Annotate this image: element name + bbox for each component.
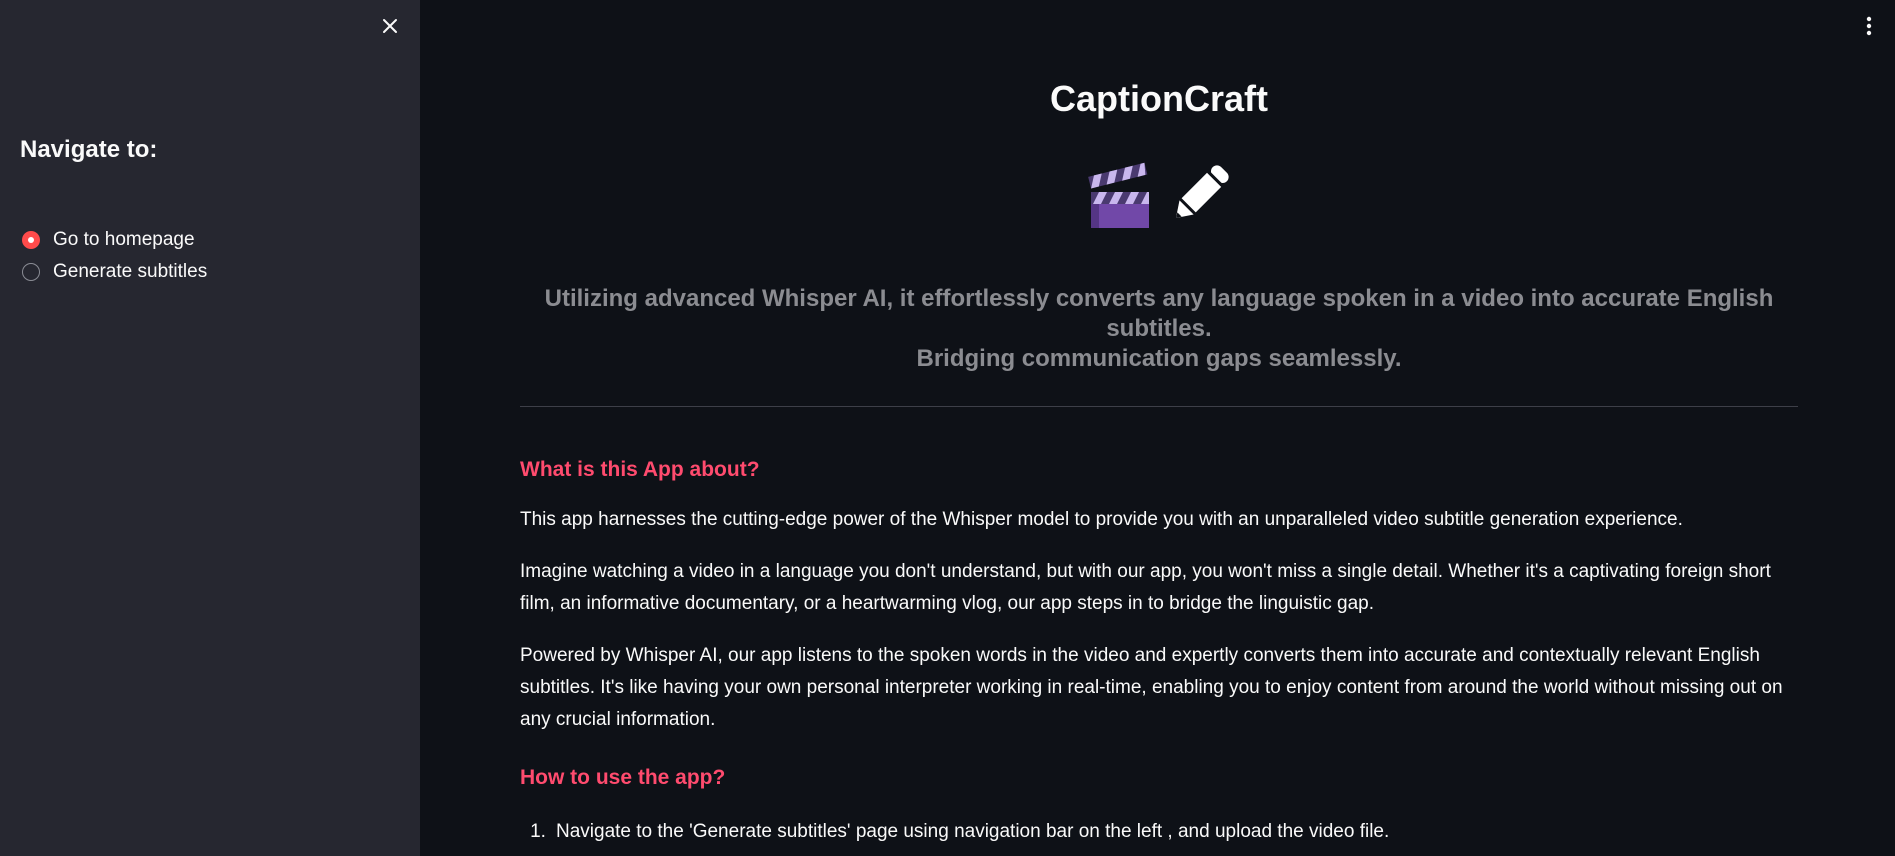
about-paragraph: Imagine watching a video in a language y… [520,561,1771,614]
navigate-heading: Navigate to: [20,136,158,163]
radio-option-generate-subtitles[interactable]: Generate subtitles [22,256,207,288]
section-divider [520,406,1798,407]
close-sidebar-button[interactable] [376,12,404,40]
sidebar: Navigate to: Go to homepage Generate sub… [0,0,420,856]
close-icon [383,19,397,33]
header-icons [520,158,1798,230]
radio-unchecked-icon[interactable] [22,263,40,281]
radio-option-homepage[interactable]: Go to homepage [22,224,207,256]
radio-label-homepage: Go to homepage [53,229,195,250]
radio-label-generate-subtitles: Generate subtitles [53,261,208,282]
list-item: 1. Navigate to the 'Generate subtitles' … [520,816,1798,848]
radio-checked-icon[interactable] [22,231,40,249]
list-item-text: Navigate to the 'Generate subtitles' pag… [556,821,1390,842]
page-title: CaptionCraft [1050,78,1268,119]
about-paragraph: This app harnesses the cutting-edge powe… [520,509,1683,530]
tagline-line-2: Bridging communication gaps seamlessly. [916,345,1402,372]
app-tagline: Utilizing advanced Whisper AI, it effort… [520,284,1798,374]
main-menu-button[interactable] [1859,14,1879,38]
list-item-number: 1. [530,821,546,842]
app-root: Navigate to: Go to homepage Generate sub… [0,0,1895,856]
main-content: CaptionCraft Utilizing advanced Whisper … [420,0,1895,856]
pencil-icon [1175,165,1229,219]
about-heading: What is this App about? [520,458,760,481]
howto-heading: How to use the app? [520,766,726,789]
about-paragraph: Powered by Whisper AI, our app listens t… [520,645,1783,730]
kebab-menu-icon [1866,16,1872,36]
navigation-radio-group: Go to homepage Generate subtitles [22,224,207,288]
clapper-board-icon [1088,162,1149,228]
tagline-line-1: Utilizing advanced Whisper AI, it effort… [544,285,1774,342]
